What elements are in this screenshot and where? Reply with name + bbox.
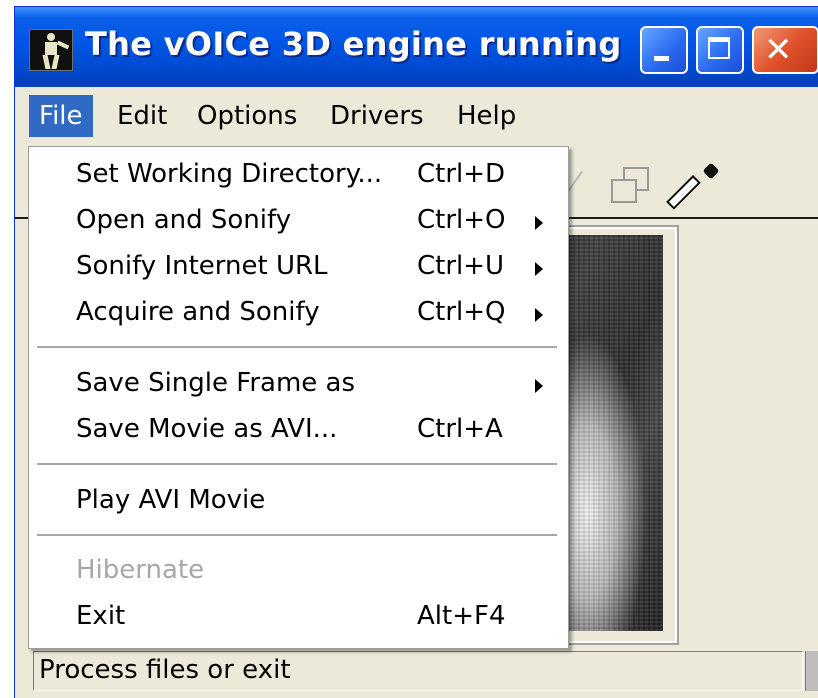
menu-separator [37, 346, 557, 348]
menu-item-label: Save Movie as AVI... [76, 414, 338, 444]
resize-grip[interactable] [805, 651, 818, 691]
menu-item-exit[interactable]: Exit Alt+F4 [29, 595, 568, 641]
menu-bar: File Edit Options Drivers Help [15, 87, 818, 145]
menu-item-shortcut: Alt+F4 [417, 601, 506, 631]
close-button[interactable]: ✕ [752, 26, 818, 74]
status-text: Process files or exit [39, 655, 291, 685]
menu-item-hibernate: Hibernate [29, 549, 568, 595]
window-title: The vOICe 3D engine running [85, 25, 622, 63]
menu-item-play-avi-movie[interactable]: Play AVI Movie [29, 479, 568, 525]
menu-item-shortcut: Ctrl+D [417, 159, 506, 189]
menu-item-label: Hibernate [76, 555, 205, 585]
menu-item-shortcut: Ctrl+U [417, 251, 505, 281]
submenu-arrow-icon [535, 308, 543, 322]
menu-options[interactable]: Options [187, 95, 307, 137]
menu-item-open-and-sonify[interactable]: Open and Sonify Ctrl+O [29, 199, 568, 245]
menu-item-save-single-frame[interactable]: Save Single Frame as [29, 362, 568, 408]
menu-file[interactable]: File [29, 95, 93, 137]
submenu-arrow-icon [535, 379, 543, 393]
menu-item-label: Acquire and Sonify [76, 297, 320, 327]
status-bar: Process files or exit [15, 649, 818, 698]
menu-item-label: Exit [76, 601, 126, 631]
submenu-arrow-icon [535, 262, 543, 276]
close-icon: ✕ [764, 30, 793, 70]
minimize-icon [654, 56, 669, 61]
menu-help[interactable]: Help [447, 95, 526, 137]
menu-item-sonify-internet-url[interactable]: Sonify Internet URL Ctrl+U [29, 245, 568, 291]
minimize-button[interactable] [640, 26, 688, 74]
menu-drivers[interactable]: Drivers [320, 95, 434, 137]
menu-item-set-working-directory[interactable]: Set Working Directory... Ctrl+D [29, 153, 568, 199]
menu-item-shortcut: Ctrl+Q [417, 297, 506, 327]
menu-item-label: Save Single Frame as [76, 368, 356, 398]
voice-app-icon[interactable] [29, 29, 73, 71]
menu-item-label: Set Working Directory... [76, 159, 383, 189]
menu-item-save-movie-as-avi[interactable]: Save Movie as AVI... Ctrl+A [29, 408, 568, 454]
menu-item-shortcut: Ctrl+A [417, 414, 503, 444]
submenu-arrow-icon [535, 216, 543, 230]
menu-separator [37, 463, 557, 465]
maximize-icon [708, 37, 730, 59]
title-bar[interactable]: The vOICe 3D engine running ✕ [15, 7, 818, 87]
menu-item-label: Open and Sonify [76, 205, 292, 235]
menu-item-acquire-and-sonify[interactable]: Acquire and Sonify Ctrl+Q [29, 291, 568, 337]
file-menu-dropdown: Set Working Directory... Ctrl+D Open and… [28, 146, 569, 649]
menu-edit[interactable]: Edit [107, 95, 177, 137]
menu-separator [37, 534, 557, 536]
maximize-button[interactable] [696, 26, 744, 74]
menu-item-label: Sonify Internet URL [76, 251, 328, 281]
menu-item-shortcut: Ctrl+O [417, 205, 506, 235]
menu-item-label: Play AVI Movie [76, 485, 266, 515]
window-icon[interactable] [611, 167, 649, 203]
eyedropper-icon[interactable] [666, 162, 723, 210]
